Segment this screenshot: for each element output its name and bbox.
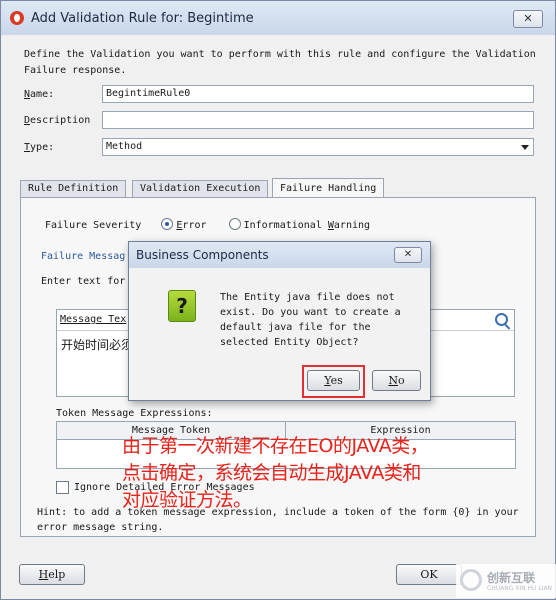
chevron-down-icon <box>521 145 529 150</box>
message-text-header-label: Message Tex <box>60 314 127 325</box>
watermark-text: 创新互联 <box>487 571 536 585</box>
dialog-close-button[interactable]: ✕ <box>394 247 422 263</box>
radio-selected-icon <box>161 218 174 230</box>
business-components-dialog: Business Components ✕ ? The Entity java … <box>128 241 431 401</box>
error-radio[interactable]: Error <box>161 218 207 231</box>
app-logo-icon <box>10 11 24 25</box>
dialog-message: The Entity java file does not exist. Do … <box>220 292 401 348</box>
watermark-subtext: CHUANG XIN HU LIAN <box>487 585 553 592</box>
window-title: Add Validation Rule for: Begintime <box>31 11 254 26</box>
message-text-content[interactable]: 开始时间必须 <box>61 336 133 353</box>
failure-severity-label: Failure Severity <box>45 220 142 231</box>
search-icon[interactable] <box>495 313 508 326</box>
type-label: Type: <box>24 142 55 153</box>
radio-empty-icon <box>228 218 241 230</box>
window-titlebar: Add Validation Rule for: Begintime ✕ <box>1 1 555 35</box>
watermark-logo-icon <box>460 569 482 591</box>
window-close-button[interactable]: ✕ <box>513 10 543 28</box>
ok-button[interactable]: OK <box>396 564 462 585</box>
yes-button[interactable]: Yes <box>307 370 360 391</box>
tab-rule-definition[interactable]: Rule Definition <box>20 180 127 197</box>
description-label: Description <box>24 115 91 126</box>
description-input[interactable] <box>102 111 534 129</box>
intro-text: Define the Validation you want to perfor… <box>24 49 536 76</box>
question-icon: ? <box>168 290 196 322</box>
no-button[interactable]: No <box>372 370 421 391</box>
tab-validation-execution[interactable]: Validation Execution <box>132 180 269 197</box>
type-select-value: Method <box>106 141 143 152</box>
help-button[interactable]: Help <box>19 564 85 585</box>
dialog-title: Business Components <box>136 248 269 262</box>
validation-rule-window: Add Validation Rule for: Begintime ✕ Def… <box>0 0 556 600</box>
dialog-titlebar: Business Components ✕ <box>129 242 430 268</box>
failure-message-heading: Failure Messag <box>41 251 126 262</box>
name-input[interactable]: BegintimeRule0 <box>102 85 534 103</box>
ignore-detailed-errors-checkbox[interactable] <box>56 481 69 494</box>
tab-failure-handling[interactable]: Failure Handling <box>272 178 385 198</box>
warning-radio[interactable]: Informational Warning <box>228 218 370 231</box>
enter-text-label: Enter text for <box>41 276 126 287</box>
token-expressions-label: Token Message Expressions: <box>56 408 213 419</box>
watermark: 创新互联 CHUANG XIN HU LIAN <box>456 564 556 598</box>
annotation-text: 由于第一次新建不存在EO的JAVA类， 点击确定，系统会自动生成JAVA类和 对… <box>122 435 429 511</box>
failure-severity-row: Failure Severity Error Informational War… <box>45 218 370 231</box>
name-label: Name: <box>24 89 55 100</box>
type-select[interactable]: Method <box>102 138 534 156</box>
